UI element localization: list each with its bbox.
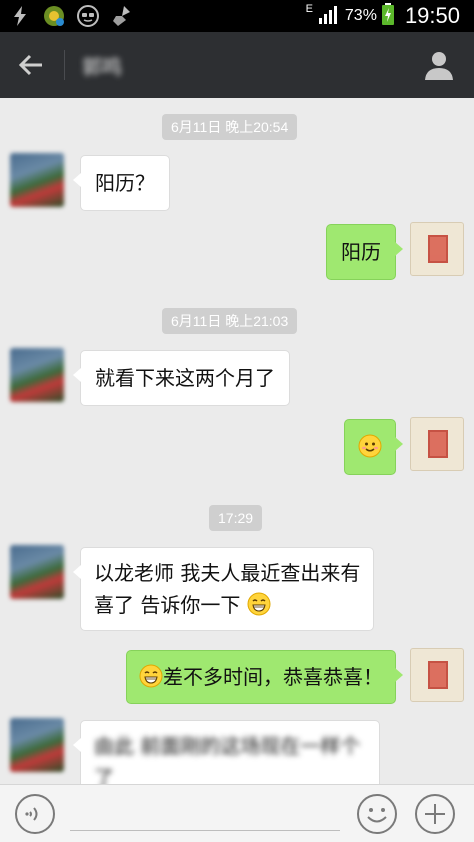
sent-message[interactable] [344, 419, 403, 475]
voice-icon [15, 794, 55, 834]
battery-percent: 73% [344, 7, 377, 24]
message-input[interactable] [70, 797, 340, 831]
grin-emoji-icon [247, 592, 271, 616]
contact-avatar[interactable] [10, 153, 64, 207]
message-text: 由此 前面刚的这场现在一样个 了 [94, 734, 361, 784]
battery-charging-icon [381, 2, 395, 30]
my-avatar[interactable] [410, 417, 464, 471]
my-avatar[interactable] [410, 222, 464, 276]
input-bar [0, 784, 474, 842]
message-text: 就看下来这两个月了 [95, 366, 275, 390]
emoji-button[interactable] [356, 793, 398, 835]
charging-bolt-icon [8, 4, 32, 28]
signal-icon [317, 4, 341, 28]
plus-icon [415, 794, 455, 834]
seal-stamp-image [428, 661, 448, 689]
status-bar: E 73% 19:50 [0, 0, 474, 32]
back-button[interactable] [10, 46, 52, 84]
chat-header: 郭鸣 [0, 32, 474, 98]
received-message[interactable]: 阳历？ [73, 155, 170, 211]
sunglasses-icon [76, 4, 100, 28]
grin-emoji-icon [139, 664, 163, 688]
back-arrow-icon [18, 54, 42, 76]
voice-input-button[interactable] [14, 793, 56, 835]
contact-avatar[interactable] [10, 348, 64, 402]
app-notification-icon [42, 4, 66, 28]
message-text: 差不多时间，恭喜恭喜！ [163, 665, 383, 689]
received-message[interactable]: 就看下来这两个月了 [73, 350, 290, 406]
message-text: 阳历？ [95, 171, 155, 195]
message-list[interactable]: 6月11日 晚上20:54 阳历？ 阳历 6月11日 晚上21:03 就看下来这… [0, 98, 474, 784]
received-message[interactable]: 以龙老师 我夫人最近查出来有 喜了 告诉你一下 [72, 547, 375, 631]
message-text: 阳历 [341, 240, 381, 264]
message-text-line: 喜了 告诉你一下 [94, 589, 360, 621]
timestamp: 17:29 [209, 505, 263, 531]
header-divider [64, 50, 65, 80]
seal-stamp-image [428, 235, 448, 263]
contact-avatar[interactable] [10, 545, 64, 599]
chat-profile-button[interactable] [422, 48, 456, 82]
network-type: E [305, 3, 313, 15]
sent-message[interactable]: 阳历 [326, 224, 403, 280]
timestamp: 6月11日 晚上20:54 [162, 114, 298, 140]
contact-avatar[interactable] [10, 718, 64, 772]
cleaner-icon [110, 4, 134, 28]
more-options-button[interactable] [414, 793, 456, 835]
message-text: 喜了 告诉你一下 [94, 593, 241, 617]
my-avatar[interactable] [410, 648, 464, 702]
message-text: 以龙老师 我夫人最近查出来有 [94, 561, 361, 585]
chat-title: 郭鸣 [82, 55, 122, 79]
smile-emoji-icon [358, 434, 382, 458]
clock: 19:50 [404, 3, 460, 28]
received-message[interactable]: 由此 前面刚的这场现在一样个 了 [73, 720, 380, 784]
seal-stamp-image [428, 430, 448, 458]
smiley-icon [357, 794, 397, 834]
sent-message[interactable]: 差不多时间，恭喜恭喜！ [126, 650, 403, 704]
person-icon [425, 52, 453, 80]
timestamp: 6月11日 晚上21:03 [162, 308, 298, 334]
